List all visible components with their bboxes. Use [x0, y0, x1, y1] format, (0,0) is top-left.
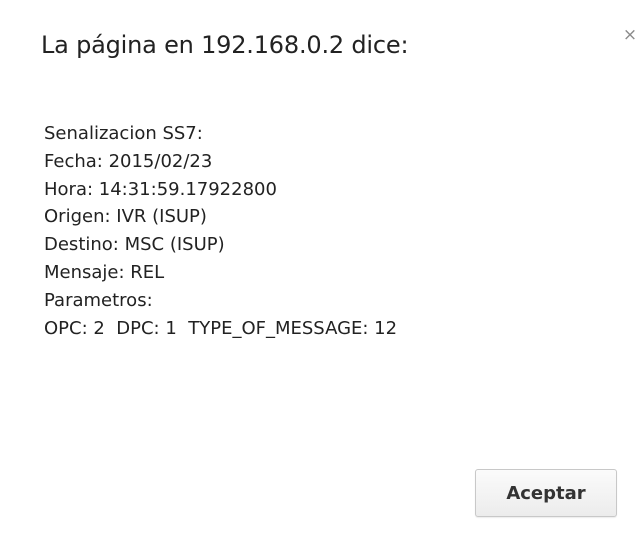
message-line: Fecha: 2015/02/23	[44, 150, 213, 172]
message-line: Senalizacion SS7:	[44, 123, 203, 144]
close-icon[interactable]: ×	[622, 27, 638, 44]
message-line: Origen: IVR (ISUP)	[44, 206, 207, 228]
message-line: Destino: MSC (ISUP)	[44, 234, 225, 256]
alert-dialog: La página en 192.168.0.2 dice: × Senaliz…	[0, 0, 643, 538]
message-line: OPC: 2 DPC: 1 TYPE_OF_MESSAGE: 12	[44, 317, 398, 339]
message-line: Mensaje: REL	[44, 261, 165, 283]
accept-button[interactable]: Aceptar	[475, 469, 617, 517]
dialog-message: Senalizacion SS7: Fecha: 2015/02/23 Hora…	[44, 120, 604, 342]
dialog-title: La página en 192.168.0.2 dice:	[41, 31, 409, 59]
message-line: Hora: 14:31:59.17922800	[44, 178, 277, 200]
message-line: Parametros:	[44, 289, 153, 311]
